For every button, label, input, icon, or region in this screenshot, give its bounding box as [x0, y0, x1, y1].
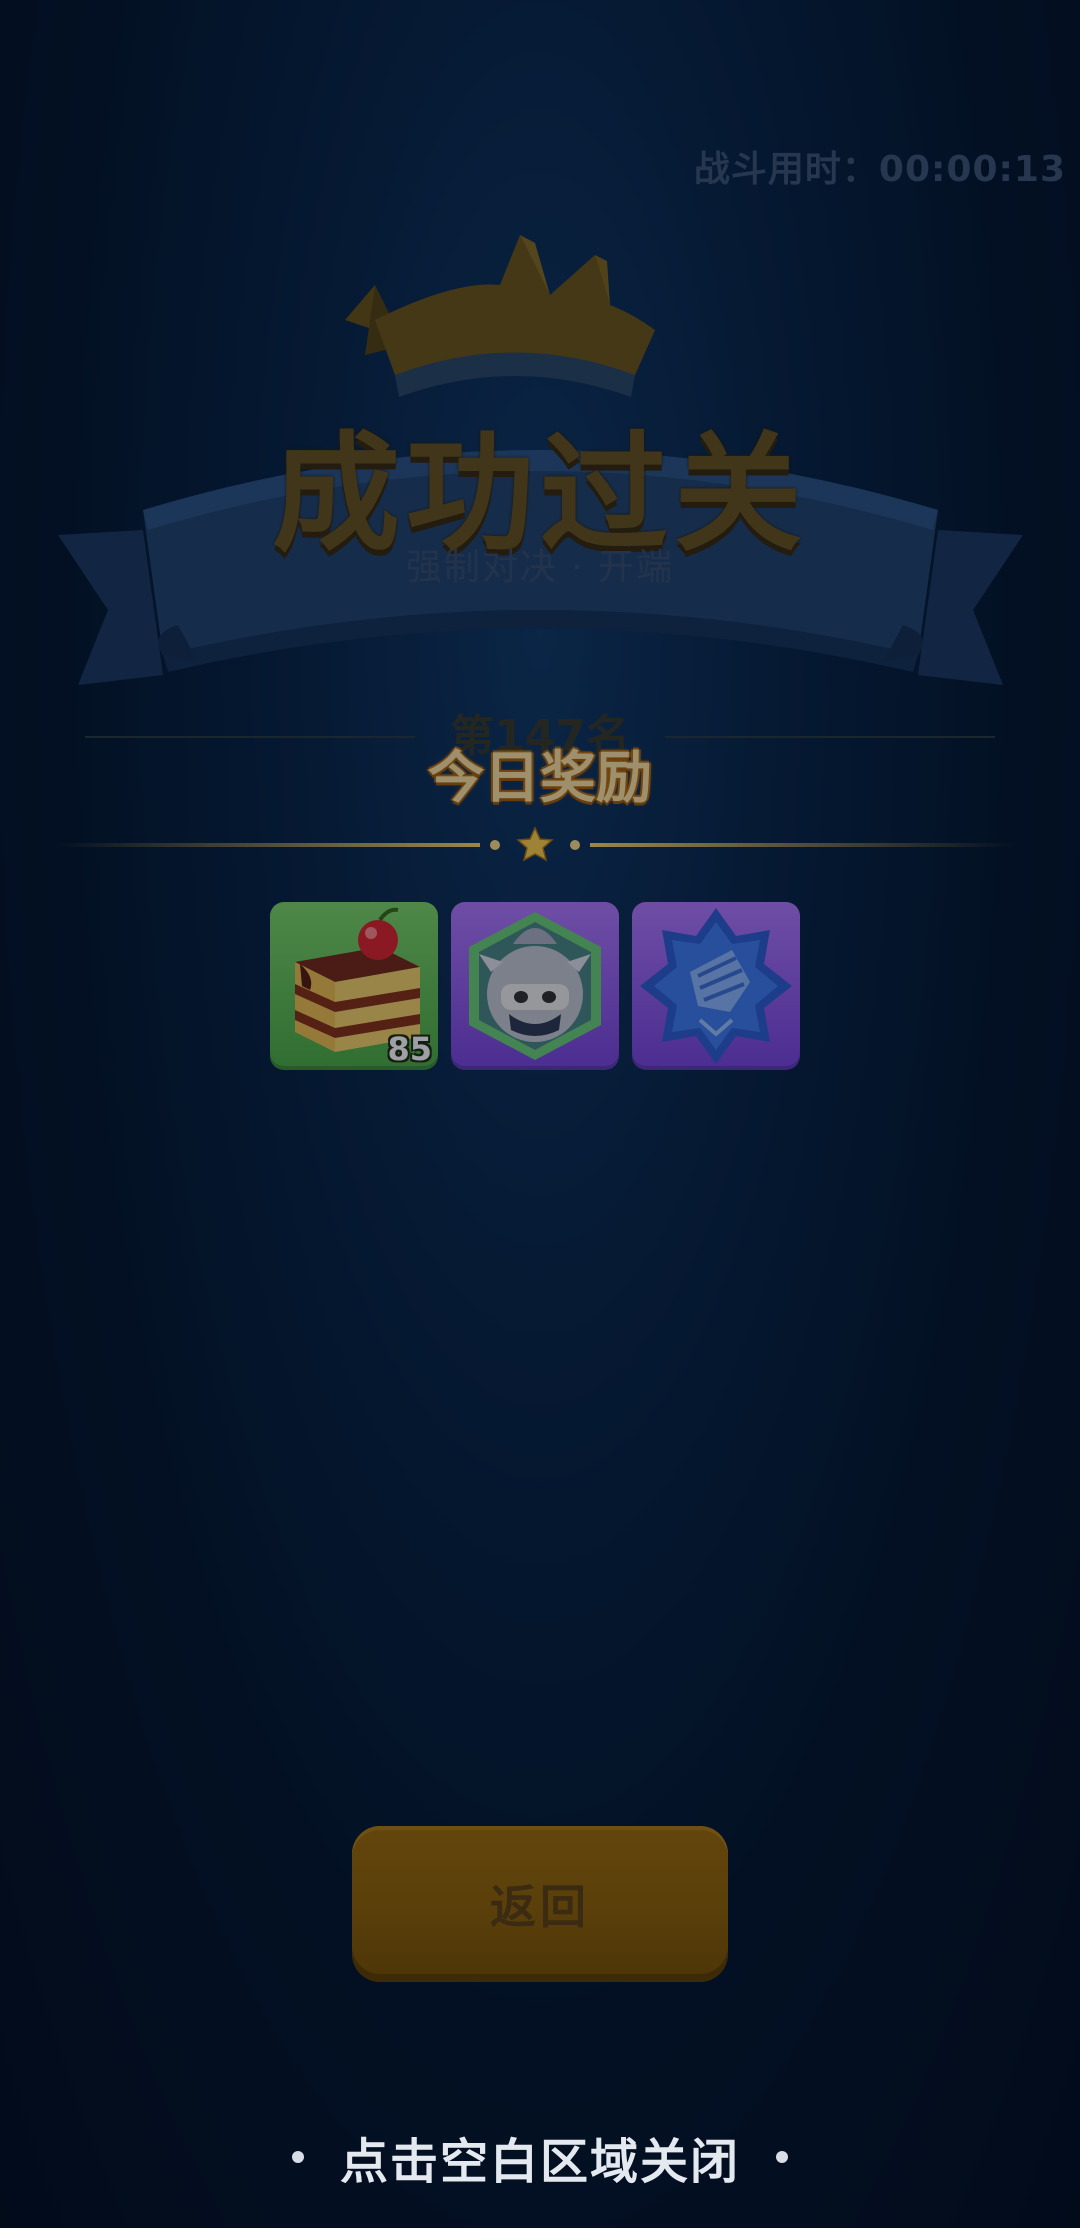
reward-item-badge[interactable]: [632, 902, 800, 1070]
reward-items: 85: [270, 902, 800, 1070]
reward-item-avatar[interactable]: [451, 902, 619, 1070]
battle-timer: 战斗用时：00:00:13: [694, 140, 1066, 192]
back-button[interactable]: 返回: [352, 1826, 728, 1982]
back-button-label: 返回: [490, 1880, 590, 1934]
battle-timer-value: 00:00:13: [878, 149, 1066, 190]
close-hint-dot-right: [776, 2151, 788, 2163]
close-hint-dot-left: [291, 2151, 304, 2163]
crown-icon: [345, 235, 655, 397]
stage-subtitle: 强制对决 · 开端: [405, 547, 675, 588]
reward-divider: [55, 826, 1015, 862]
daily-reward-title: 今日奖励: [428, 746, 652, 811]
knight-avatar-icon: [469, 912, 601, 1060]
close-hint-text: 点击空白区域关闭: [339, 2134, 740, 2190]
battle-timer-label: 战斗用时：: [693, 149, 879, 190]
reward-item-count: 85: [387, 1030, 432, 1068]
reward-item-cake[interactable]: 85: [270, 902, 438, 1070]
fist-badge-icon: [640, 908, 792, 1064]
close-hint[interactable]: 点击空白区域关闭: [0, 2122, 1080, 2192]
